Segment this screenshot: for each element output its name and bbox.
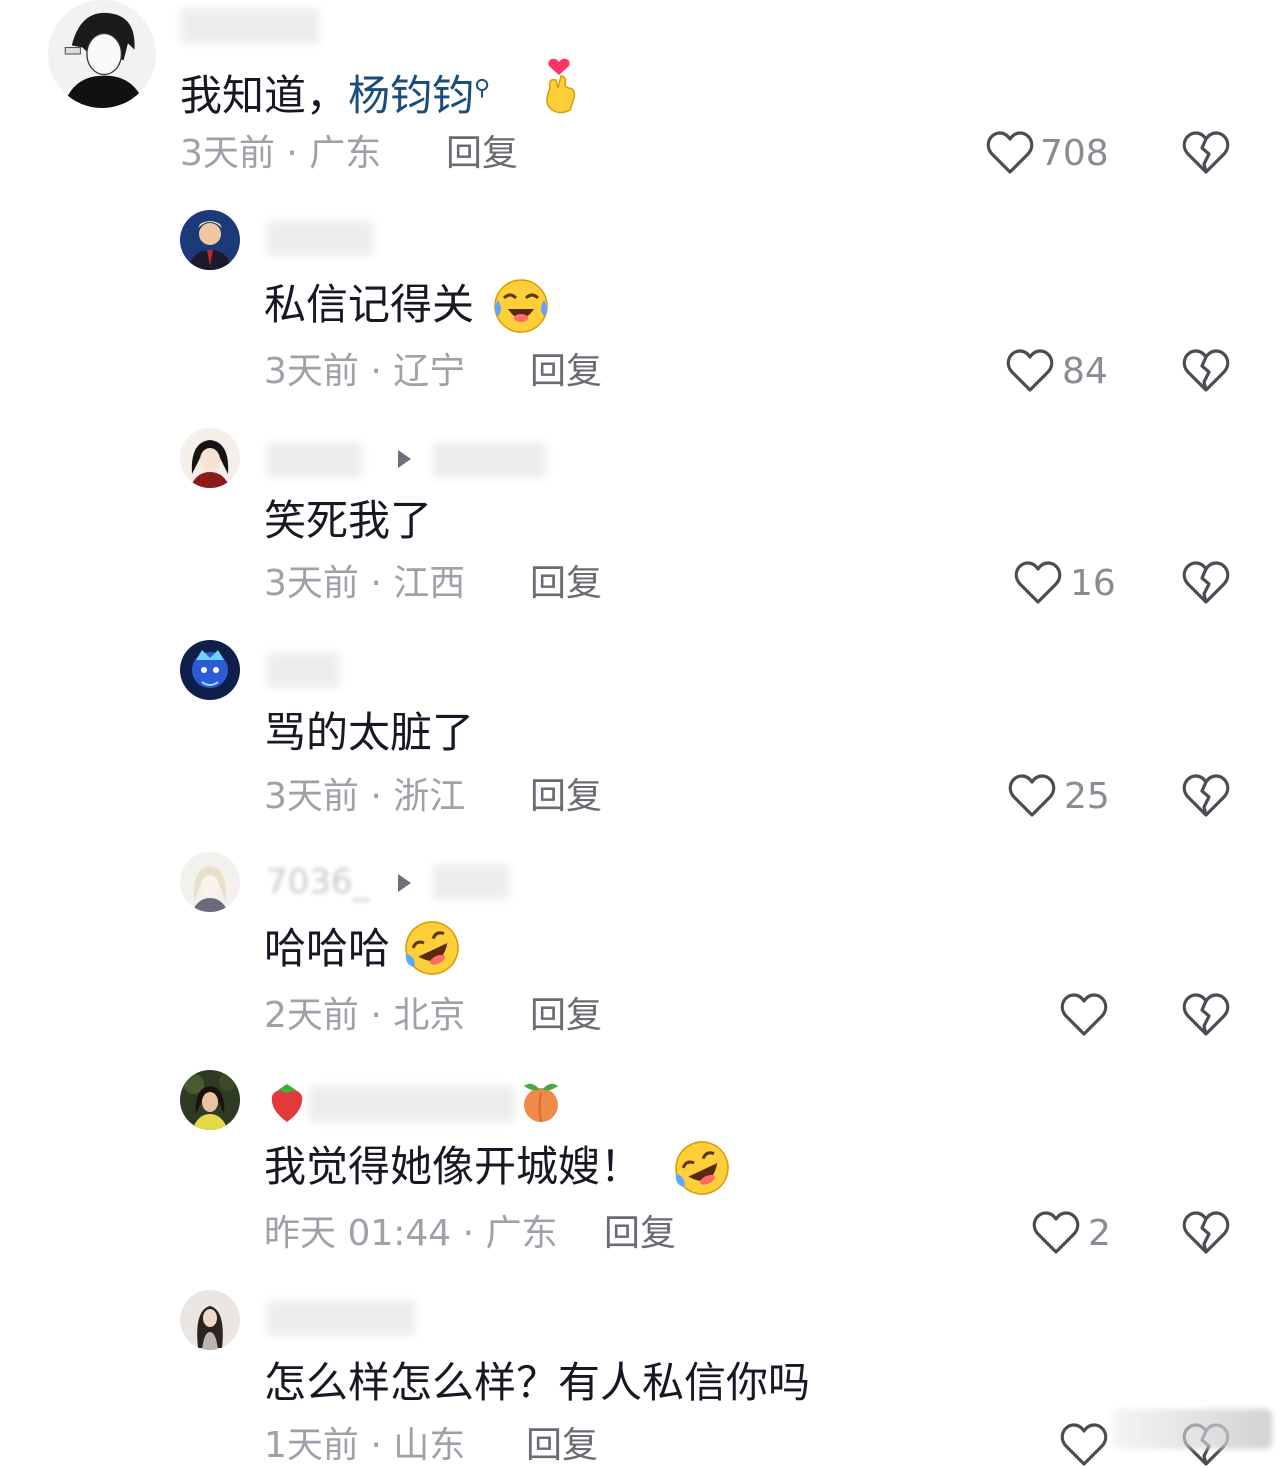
broken-heart-icon[interactable] [1182,130,1230,176]
like-count: 84 [1062,351,1108,392]
username-blurred[interactable] [180,8,320,44]
comment-time: 3天前 [180,133,275,174]
heart-outline-icon[interactable] [1008,773,1056,819]
avatar[interactable] [180,428,240,488]
comment-time: 1天前 [264,1425,359,1466]
comment-time: 3天前 [264,351,359,392]
reply-button[interactable]: 回复 [530,562,602,606]
comment-text: 骂的太脏了 [264,708,475,757]
heart-outline-icon[interactable] [986,130,1034,176]
rolling-laughing-emoji [402,918,462,978]
comment-meta: 2天前 · 北京 [264,994,465,1038]
meta-separator: · [358,1425,394,1466]
heart-outline-icon[interactable] [1060,1422,1108,1468]
avatar[interactable] [180,210,240,270]
comment-location: 辽宁 [393,351,466,392]
like-count: 25 [1064,776,1110,817]
comment-text: 哈哈哈 [264,924,391,973]
meta-separator: · [274,133,310,174]
reply-button[interactable]: 回复 [446,132,518,176]
comment-meta: 3天前 · 江西 [264,562,465,606]
broken-heart-icon[interactable] [1182,992,1230,1038]
comment-location: 浙江 [393,776,466,817]
like-count: 2 [1088,1213,1111,1254]
comment-meta: 昨天 01:44 · 广东 [264,1212,558,1256]
broken-heart-icon[interactable] [1182,560,1230,606]
username-blurred[interactable] [266,652,340,688]
username-blurred[interactable] [266,442,362,478]
reply-to-username-blurred[interactable] [432,442,546,478]
comment-location: 广东 [309,133,382,174]
heart-outline-icon[interactable] [1032,1210,1080,1256]
reply-button[interactable]: 回复 [530,775,602,819]
reply-arrow-icon [398,450,411,468]
comment-text-main: 我知道， [180,71,349,120]
broken-heart-icon[interactable] [1182,773,1230,819]
comment-time: 3天前 [264,563,359,604]
mention-link[interactable]: 杨钧钧 [348,71,474,120]
comment-location: 广东 [485,1213,558,1254]
meta-separator: · [451,1213,486,1254]
comment-time: 3天前 [264,776,359,817]
like-count: 708 [1040,133,1109,174]
broken-heart-icon[interactable] [1182,1210,1230,1256]
meta-separator: · [358,351,394,392]
comment-meta: 3天前 · 浙江 [264,775,465,819]
meta-separator: · [358,563,394,604]
comment-meta: 3天前 · 广东 [180,132,381,176]
username-partial[interactable]: 7036_ [266,862,370,902]
meta-separator: · [358,776,394,817]
comment-location: 山东 [393,1425,466,1466]
comment-time: 2天前 [264,995,359,1036]
strawberry-emoji [268,1080,306,1124]
broken-heart-icon[interactable] [1182,348,1230,394]
reply-to-username-blurred[interactable] [432,864,510,900]
username-blurred[interactable] [266,1300,416,1336]
comment-location: 北京 [393,995,466,1036]
comment-meta: 3天前 · 辽宁 [264,350,465,394]
heart-outline-icon[interactable] [1006,348,1054,394]
rolling-laughing-emoji [672,1138,732,1198]
avatar[interactable] [180,1290,240,1350]
avatar[interactable] [180,1070,240,1130]
like-count: 16 [1070,563,1116,604]
tears-of-joy-emoji [492,276,550,334]
comment-text: 我觉得她像开城嫂！ [264,1142,643,1191]
meta-separator: · [358,995,394,1036]
reply-button[interactable]: 回复 [530,994,602,1038]
reply-arrow-icon [398,874,411,892]
comment-text: 怎么样怎么样？有人私信你吗 [264,1358,811,1407]
search-icon[interactable]: ⚲ [474,76,490,101]
watermark-blurred [1112,1409,1272,1449]
comment-location: 江西 [393,563,466,604]
avatar[interactable] [180,640,240,700]
reply-button[interactable]: 回复 [604,1212,676,1256]
username-blurred[interactable] [308,1086,516,1122]
avatar[interactable] [48,0,156,108]
comment-meta: 1天前 · 山东 [264,1424,465,1468]
comment-text: 笑死我了 [264,496,433,545]
peach-emoji [518,1078,564,1124]
pinched-heart-hand-emoji [534,58,584,116]
comment-text: 私信记得关 [264,280,475,329]
comment-time: 昨天 01:44 [264,1213,452,1254]
comment-text: 我知道，杨钧钧⚲ [180,60,490,125]
reply-button[interactable]: 回复 [530,350,602,394]
heart-outline-icon[interactable] [1060,992,1108,1038]
username-blurred[interactable] [266,220,374,256]
avatar[interactable] [180,852,240,912]
reply-button[interactable]: 回复 [526,1424,598,1468]
heart-outline-icon[interactable] [1014,560,1062,606]
